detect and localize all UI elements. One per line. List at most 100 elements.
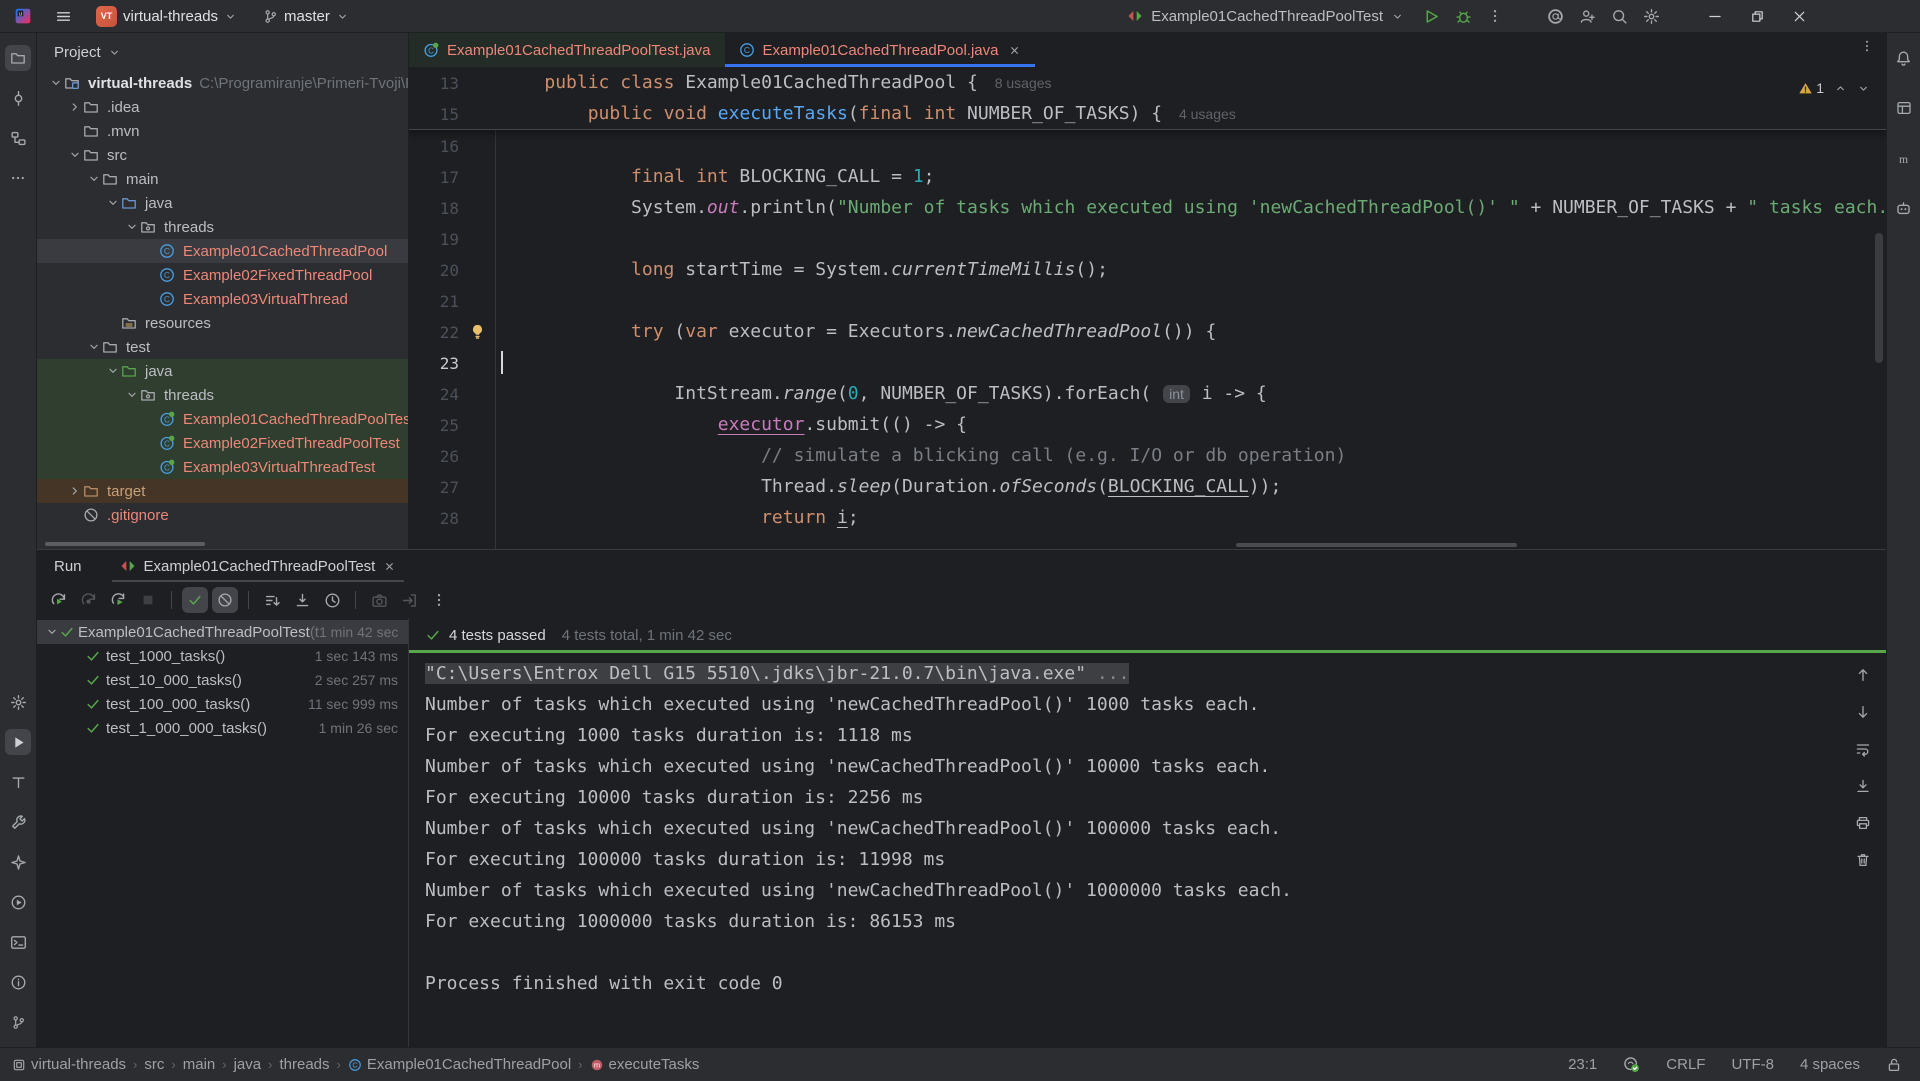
code-line[interactable]: 15 public void executeTasks(final int NU… <box>409 98 1886 129</box>
soft-wrap-icon[interactable] <box>1850 736 1876 762</box>
code-editor[interactable]: 1 13 public class Example01CachedThreadP… <box>409 67 1886 549</box>
rerun-tests-icon[interactable] <box>45 587 71 613</box>
console-line[interactable]: For executing 1000000 tasks duration is:… <box>425 911 1886 942</box>
code-with-me-button-icon[interactable] <box>1574 3 1600 29</box>
notifications-icon[interactable] <box>1891 45 1917 71</box>
usages-inlay[interactable]: 4 usages <box>1179 106 1236 122</box>
code-line[interactable]: 25 executor.submit(() -> { <box>409 409 1886 440</box>
console-line[interactable]: Number of tasks which executed using 'ne… <box>425 818 1886 849</box>
restore-button[interactable] <box>1740 3 1774 29</box>
breadcrumb-item[interactable]: CExample01CachedThreadPool <box>348 1056 571 1073</box>
build-tool-window-icon[interactable] <box>5 689 31 715</box>
run-tab[interactable]: Example01CachedThreadPoolTest <box>112 550 405 582</box>
console-line[interactable]: "C:\Users\Entrox Dell G15 5510\.jdks\jbr… <box>425 663 1886 694</box>
services-tool-window-icon[interactable] <box>5 889 31 915</box>
code-line[interactable]: 27 Thread.sleep(Duration.ofSeconds(BLOCK… <box>409 471 1886 502</box>
tree-chevron-icon[interactable] <box>104 195 121 211</box>
tree-row[interactable]: threads <box>37 383 408 407</box>
breadcrumb-item[interactable]: src <box>144 1056 164 1073</box>
run-tool-window-icon[interactable] <box>5 729 31 755</box>
indent-style[interactable]: 4 spaces <box>1800 1056 1860 1073</box>
console-line[interactable]: Process finished with exit code 0 <box>425 973 1886 1004</box>
console-line[interactable] <box>425 942 1886 973</box>
tree-row[interactable]: CExample01CachedThreadPoolTest <box>37 407 408 431</box>
code-line[interactable]: 13 public class Example01CachedThreadPoo… <box>409 67 1886 98</box>
stop-button-icon[interactable] <box>135 587 161 613</box>
line-ending[interactable]: CRLF <box>1666 1056 1705 1073</box>
editor-preview-icon[interactable] <box>1891 95 1917 121</box>
print-console-icon[interactable] <box>1850 810 1876 836</box>
console-line[interactable]: For executing 100000 tasks duration is: … <box>425 849 1886 880</box>
tree-chevron-icon[interactable] <box>66 147 83 163</box>
debug-button-icon[interactable] <box>1450 3 1476 29</box>
tree-row[interactable]: .mvn <box>37 119 408 143</box>
close-button[interactable] <box>1782 3 1816 29</box>
tree-row[interactable]: virtual-threadsC:\Programiranje\Primeri-… <box>37 71 408 95</box>
close-tab-icon[interactable] <box>1008 44 1021 57</box>
code-line[interactable]: 24 IntStream.range(0, NUMBER_OF_TASKS).f… <box>409 378 1886 409</box>
tree-row[interactable]: CExample02FixedThreadPoolTest <box>37 431 408 455</box>
code-line[interactable]: 21 <box>409 285 1886 316</box>
more-options-icon[interactable] <box>426 587 452 613</box>
main-menu-icon[interactable] <box>50 3 76 29</box>
tree-chevron-icon[interactable] <box>123 387 140 403</box>
ai-tool-window-icon[interactable] <box>5 849 31 875</box>
show-ignored-toggle-icon[interactable] <box>212 587 238 613</box>
ai-assistant-button-icon[interactable] <box>1542 3 1568 29</box>
tree-chevron-icon[interactable] <box>47 75 64 91</box>
code-line[interactable]: 16 <box>409 130 1886 161</box>
commit-tool-window-icon[interactable] <box>5 85 31 111</box>
console-line[interactable]: For executing 10000 tasks duration is: 2… <box>425 787 1886 818</box>
scroll-to-top-icon[interactable] <box>1850 662 1876 688</box>
tree-row[interactable]: target <box>37 479 408 503</box>
rerun-failed-tests-icon[interactable] <box>75 587 101 613</box>
toggle-auto-test-icon[interactable] <box>105 587 131 613</box>
more-run-options-icon[interactable] <box>1482 3 1508 29</box>
code-line[interactable]: 22 try (var executor = Executors.newCach… <box>409 316 1886 347</box>
terminal-tool-window-icon[interactable] <box>5 929 31 955</box>
breadcrumb-item[interactable]: mexecuteTasks <box>590 1056 700 1073</box>
editor-tab[interactable]: CExample01CachedThreadPoolTest.java <box>409 33 725 67</box>
search-everywhere-button-icon[interactable] <box>1606 3 1632 29</box>
breadcrumb-item[interactable]: java <box>234 1056 262 1073</box>
code-line[interactable]: 23 <box>409 347 1886 378</box>
editor-vscrollbar[interactable] <box>1875 233 1883 363</box>
folded-command-icon[interactable]: ... <box>1086 663 1129 684</box>
tree-row[interactable]: threads <box>37 215 408 239</box>
collapse-all-icon[interactable] <box>289 587 315 613</box>
intention-bulb-icon[interactable] <box>459 316 495 347</box>
tree-chevron-icon[interactable] <box>123 219 140 235</box>
tools-tool-window-icon[interactable] <box>5 809 31 835</box>
test-row[interactable]: test_100_000_tasks()11 sec 999 ms <box>37 692 408 716</box>
tree-row[interactable]: CExample01CachedThreadPool <box>37 239 408 263</box>
scroll-to-end-icon[interactable] <box>1850 773 1876 799</box>
sort-by-duration-icon[interactable] <box>319 587 345 613</box>
more-tool-windows-icon[interactable] <box>5 165 31 191</box>
console-line[interactable]: Number of tasks which executed using 'ne… <box>425 694 1886 725</box>
breadcrumb-item[interactable]: virtual-threads <box>12 1056 126 1073</box>
import-test-results-icon[interactable] <box>366 587 392 613</box>
sort-alphabetically-icon[interactable] <box>259 587 285 613</box>
tree-row[interactable]: CExample02FixedThreadPool <box>37 263 408 287</box>
test-row[interactable]: test_10_000_tasks()2 sec 257 ms <box>37 668 408 692</box>
code-line[interactable]: 17 final int BLOCKING_CALL = 1; <box>409 161 1886 192</box>
code-analysis-status-icon[interactable] <box>1623 1056 1640 1073</box>
tree-row[interactable]: resources <box>37 311 408 335</box>
scroll-to-bottom-icon[interactable] <box>1850 699 1876 725</box>
usages-inlay[interactable]: 8 usages <box>995 75 1052 91</box>
show-passed-toggle-icon[interactable] <box>182 587 208 613</box>
test-row[interactable]: Example01CachedThreadPoolTest (t1 min 42… <box>37 620 408 644</box>
export-test-results-icon[interactable] <box>396 587 422 613</box>
todo-tool-window-icon[interactable] <box>5 769 31 795</box>
tree-chevron-icon[interactable] <box>85 171 102 187</box>
project-selector[interactable]: VT virtual-threads <box>90 3 243 30</box>
run-button-icon[interactable] <box>1418 3 1444 29</box>
close-run-tab-icon[interactable] <box>383 560 396 573</box>
unlock-icon[interactable] <box>1886 1057 1902 1073</box>
tree-row[interactable]: CExample03VirtualThread <box>37 287 408 311</box>
code-line[interactable]: 28 return i; <box>409 502 1886 533</box>
inspection-widget[interactable]: 1 <box>1798 73 1870 104</box>
tree-row[interactable]: .gitignore <box>37 503 408 527</box>
version-control-tool-window-icon[interactable] <box>5 1009 31 1035</box>
run-console[interactable]: 4 tests passed 4 tests total, 1 min 42 s… <box>409 618 1886 1047</box>
